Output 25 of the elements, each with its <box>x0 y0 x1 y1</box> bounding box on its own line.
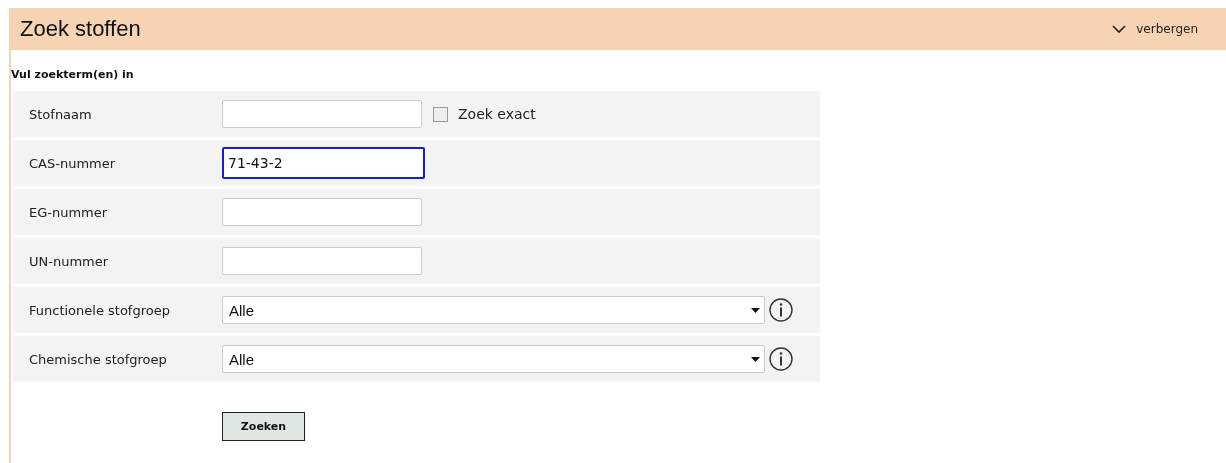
input-field[interactable]: 71-43-2 <box>222 147 425 179</box>
field-label: Stofnaam <box>29 106 93 122</box>
panel-title: Zoek stoffen <box>20 16 141 42</box>
checkbox-label: Zoek exact <box>458 106 536 122</box>
field-label: Functionele stofgroep <box>29 302 171 318</box>
input-field[interactable] <box>222 247 422 275</box>
search-button[interactable]: Zoeken <box>222 412 305 441</box>
info-icon[interactable] <box>769 347 793 371</box>
exact-checkbox[interactable]: Zoek exact <box>433 106 536 122</box>
field-label: UN-nummer <box>29 253 110 269</box>
field-label: CAS-nummer <box>29 155 117 171</box>
dropdown[interactable]: Alle <box>222 345 765 373</box>
dropdown-value: Alle <box>229 301 254 319</box>
input-field[interactable] <box>222 100 422 128</box>
dropdown-arrow-icon <box>751 307 760 313</box>
input-field[interactable] <box>222 198 422 226</box>
field-label: Chemische stofgroep <box>29 351 168 367</box>
hide-toggle[interactable]: verbergen <box>1112 22 1198 36</box>
field-label: EG-nummer <box>29 204 109 220</box>
dropdown-value: Alle <box>229 350 254 368</box>
form-heading: Vul zoekterm(en) in <box>11 68 135 81</box>
dropdown[interactable]: Alle <box>222 296 765 324</box>
dropdown-arrow-icon <box>751 356 760 362</box>
info-icon[interactable] <box>769 298 793 322</box>
checkbox-square[interactable] <box>433 106 448 122</box>
